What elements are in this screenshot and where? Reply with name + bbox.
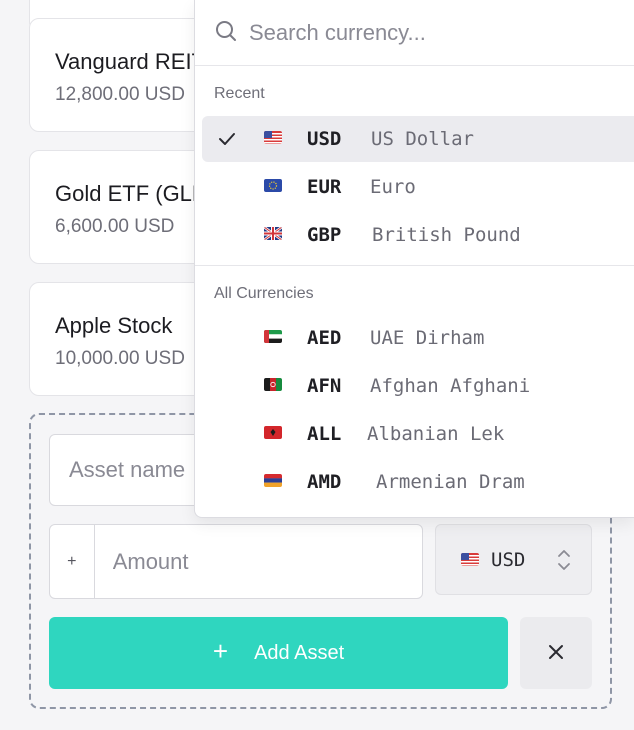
plus-icon: + bbox=[212, 636, 229, 666]
currency-select-code: USD bbox=[491, 548, 526, 571]
currency-search-input[interactable] bbox=[249, 19, 609, 46]
currency-code: AED bbox=[307, 327, 342, 349]
dropdown-divider bbox=[195, 265, 634, 266]
add-asset-label: Add Asset bbox=[254, 641, 345, 664]
currency-search[interactable] bbox=[195, 0, 634, 66]
chevron-up-down-icon bbox=[557, 549, 571, 576]
currency-option-gbp[interactable]: GBP British Pound bbox=[202, 212, 634, 258]
currency-code: ALL bbox=[307, 423, 342, 445]
armenia-flag-icon bbox=[264, 474, 282, 487]
currency-name: US Dollar bbox=[371, 128, 474, 150]
recent-group-label: Recent bbox=[214, 85, 265, 102]
us-flag-icon bbox=[461, 553, 479, 566]
currency-name: Afghan Afghani bbox=[370, 375, 531, 397]
add-asset-button[interactable]: + Add Asset bbox=[49, 617, 508, 689]
currency-name: Euro bbox=[370, 176, 416, 198]
afghanistan-flag-icon bbox=[264, 378, 282, 391]
eu-flag-icon bbox=[264, 179, 282, 192]
all-currencies-group-label: All Currencies bbox=[214, 285, 314, 302]
asset-value: 6,600.00 USD bbox=[55, 216, 175, 237]
amount-sign-toggle[interactable]: + bbox=[50, 525, 95, 598]
amount-input[interactable] bbox=[94, 525, 422, 598]
currency-option-amd[interactable]: AMD Armenian Dram bbox=[202, 459, 634, 505]
currency-code: EUR bbox=[307, 176, 342, 198]
currency-code: AMD bbox=[307, 471, 342, 493]
uk-flag-icon bbox=[264, 227, 282, 240]
currency-select[interactable]: USD bbox=[435, 524, 592, 595]
currency-option-eur[interactable]: EUR Euro bbox=[202, 164, 634, 210]
currency-code: GBP bbox=[307, 224, 342, 246]
asset-name: Gold ETF (GLD) bbox=[55, 181, 216, 206]
currency-code: AFN bbox=[307, 375, 342, 397]
uae-flag-icon bbox=[264, 330, 282, 343]
asset-value: 12,800.00 USD bbox=[55, 84, 185, 105]
currency-dropdown: Recent USD US Dollar EUR bbox=[194, 0, 634, 518]
us-flag-icon bbox=[264, 131, 282, 144]
currency-name: Armenian Dram bbox=[376, 471, 525, 493]
currency-option-usd[interactable]: USD US Dollar bbox=[202, 116, 634, 162]
cancel-button[interactable] bbox=[520, 617, 592, 689]
albania-flag-icon bbox=[264, 426, 282, 439]
currency-name: Albanian Lek bbox=[367, 423, 505, 445]
currency-option-aed[interactable]: AED UAE Dirham bbox=[202, 315, 634, 361]
currency-name: UAE Dirham bbox=[370, 327, 485, 349]
currency-name: British Pound bbox=[372, 224, 521, 246]
asset-name: Apple Stock bbox=[55, 313, 173, 338]
close-icon bbox=[547, 643, 565, 664]
currency-option-all[interactable]: ALL Albanian Lek bbox=[202, 411, 634, 457]
asset-value: 10,000.00 USD bbox=[55, 348, 185, 369]
search-icon bbox=[215, 20, 237, 47]
amount-field[interactable]: + bbox=[49, 524, 423, 599]
currency-code: USD bbox=[307, 128, 342, 150]
check-icon bbox=[217, 129, 237, 154]
currency-option-afn[interactable]: AFN Afghan Afghani bbox=[202, 363, 634, 409]
